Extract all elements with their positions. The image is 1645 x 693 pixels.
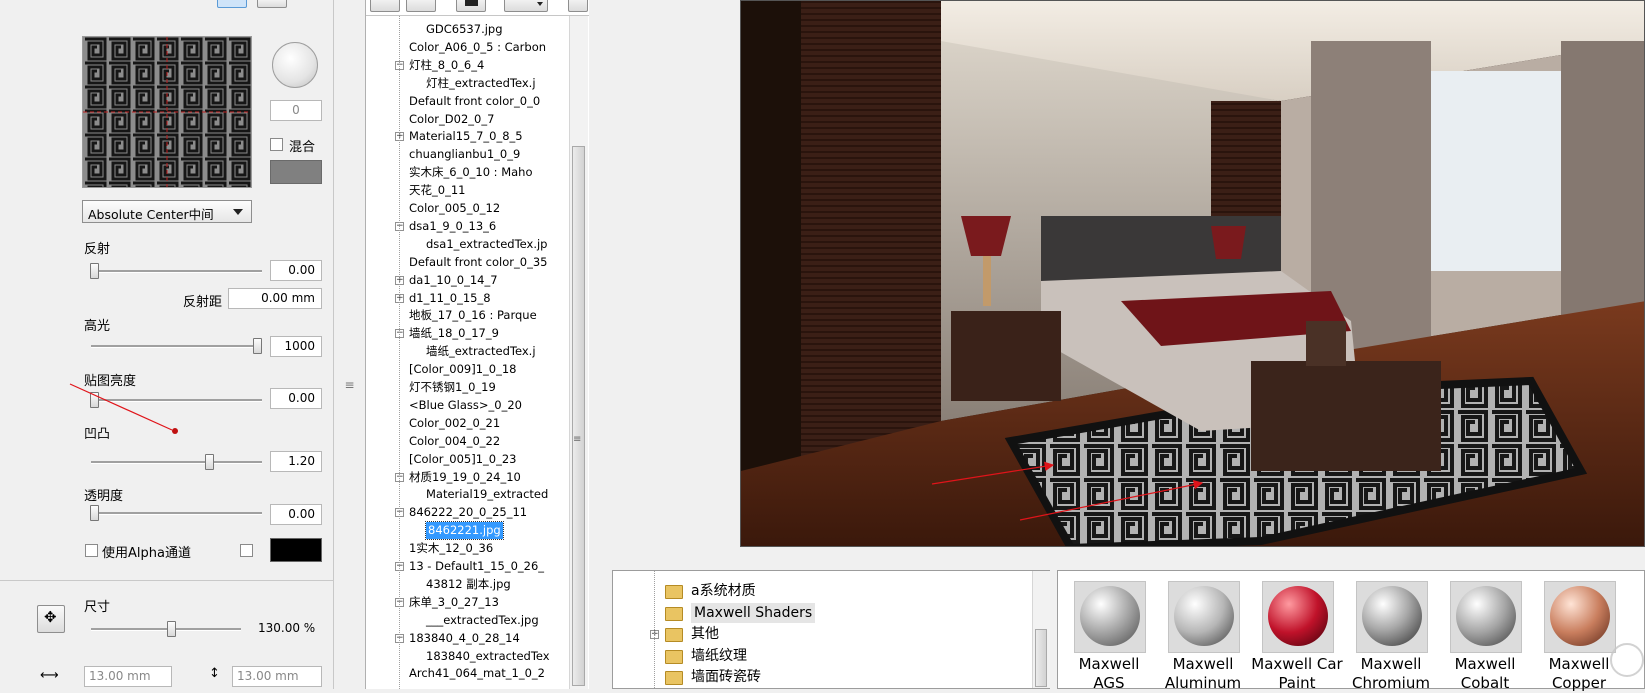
library-item[interactable]: Maxwell Shaders: [691, 602, 816, 623]
material-sphere-image: [1080, 586, 1140, 646]
thumbnail-label: Maxwell: [1172, 655, 1234, 673]
material-sphere-image: [1268, 586, 1328, 646]
library-guide-line: [654, 571, 655, 688]
library-item[interactable]: a系统材质: [691, 581, 756, 601]
material-sphere-image: [1362, 586, 1422, 646]
folder-icon: [665, 628, 683, 642]
thumbnail-label-line2: Chromium: [1352, 674, 1430, 692]
thumbnail-label-line2: Copper: [1551, 674, 1607, 692]
thumbnail-label-line2: Aluminum: [1164, 674, 1242, 692]
watermark-logo: [1610, 643, 1644, 677]
material-thumbnail[interactable]: [1074, 581, 1146, 653]
annotation-arrow-3: [1019, 479, 1204, 521]
library-scrollbar[interactable]: [1032, 571, 1050, 688]
folder-icon: [665, 649, 683, 664]
annotation-dot: [172, 428, 178, 434]
material-library-tree: a系统材质 Maxwell Shaders + 其他 墙纸纹理 墙面砖瓷砖: [612, 570, 1050, 689]
folder-icon: [665, 671, 683, 685]
material-sphere-image: [1550, 586, 1610, 646]
thumbnail-label-line2: AGS: [1093, 674, 1125, 692]
thumbnail-label: Maxwell Car: [1251, 655, 1343, 673]
annotation-arrow-2: [931, 461, 1055, 485]
library-scrollbar-thumb[interactable]: [1035, 629, 1047, 687]
thumbnail-label: Maxwell: [1454, 655, 1516, 673]
library-item[interactable]: 其他: [691, 624, 719, 644]
thumbnail-label-line2: Paint: [1278, 674, 1316, 692]
material-sphere-image: [1456, 586, 1516, 646]
material-thumbnail[interactable]: [1356, 581, 1428, 653]
thumbnail-label-line2: Cobalt: [1460, 674, 1510, 692]
material-thumbnails: Maxwell AGS Maxwell Aluminum Maxwell Car Pain…: [1057, 570, 1645, 692]
material-sphere-image: [1174, 586, 1234, 646]
material-thumbnail[interactable]: [1262, 581, 1334, 653]
library-item[interactable]: 墙纸纹理: [691, 646, 747, 666]
library-item[interactable]: 墙面砖瓷砖: [691, 667, 761, 687]
material-thumbnail[interactable]: [1450, 581, 1522, 653]
material-thumbnail[interactable]: [1544, 581, 1616, 653]
thumbnail-label: Maxwell: [1360, 655, 1422, 673]
thumbnail-label: Maxwell: [1078, 655, 1140, 673]
material-thumbnail[interactable]: [1168, 581, 1240, 653]
folder-icon: [665, 585, 683, 599]
folder-icon: [665, 606, 683, 621]
annotation-arrow-1: [69, 383, 173, 431]
